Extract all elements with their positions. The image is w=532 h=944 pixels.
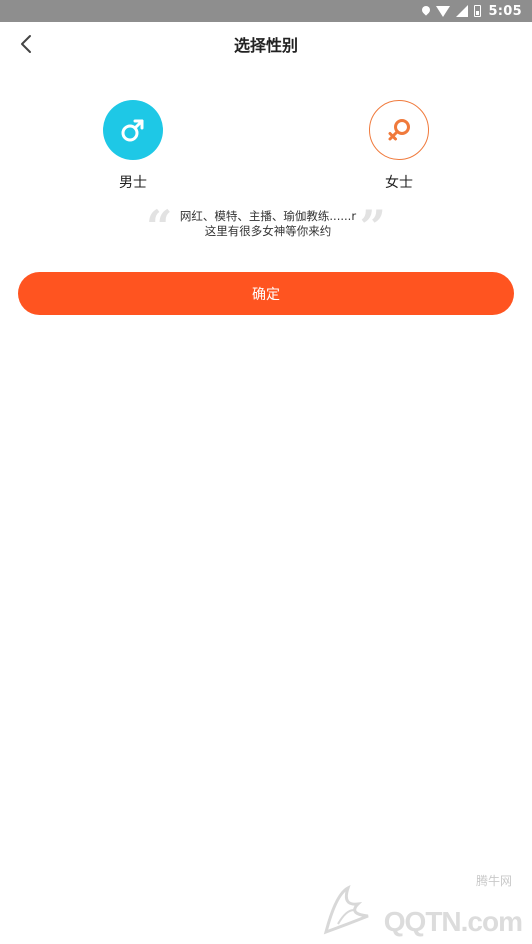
watermark-top-text: 腾牛网 [475, 874, 512, 888]
gender-option-female[interactable]: 女士 [354, 100, 444, 192]
quote-text: 网红、模特、主播、瑜伽教练......r 这里有很多女神等你来约 [170, 209, 366, 239]
promo-quote: “ 网红、模特、主播、瑜伽教练......r 这里有很多女神等你来约 ” [140, 204, 392, 250]
watermark: 腾牛网 QQTN.com [312, 868, 532, 944]
battery-icon [474, 5, 482, 17]
male-circle[interactable] [103, 100, 163, 160]
female-icon [388, 119, 410, 141]
confirm-button[interactable]: 确定 [18, 272, 514, 315]
open-quote-icon: “ [146, 200, 173, 254]
gender-select-screen: 5:05 选择性别 男士 女士 “ 网红、模特、主播、瑜伽教练......r 这… [0, 0, 532, 944]
page-title: 选择性别 [233, 36, 298, 55]
status-bar: 5:05 [0, 0, 532, 22]
status-time: 5:05 [488, 3, 522, 19]
female-label: 女士 [385, 175, 413, 191]
back-button[interactable] [12, 30, 40, 58]
quote-line-2: 这里有很多女神等你来约 [204, 224, 332, 238]
location-icon [420, 4, 433, 16]
close-quote-icon: ” [359, 200, 386, 254]
wifi-icon [436, 6, 451, 17]
signal-icon [456, 5, 469, 17]
watermark-brand: QQTN.com [383, 906, 523, 937]
chevron-left-icon [21, 35, 31, 53]
quote-line-1: 网红、模特、主播、瑜伽教练......r [179, 209, 357, 223]
header: 选择性别 [0, 22, 532, 66]
male-label: 男士 [119, 175, 147, 191]
watermark-logo-icon [323, 885, 369, 935]
male-icon [121, 119, 144, 142]
gender-option-male[interactable]: 男士 [88, 100, 178, 192]
female-circle[interactable] [369, 100, 429, 160]
